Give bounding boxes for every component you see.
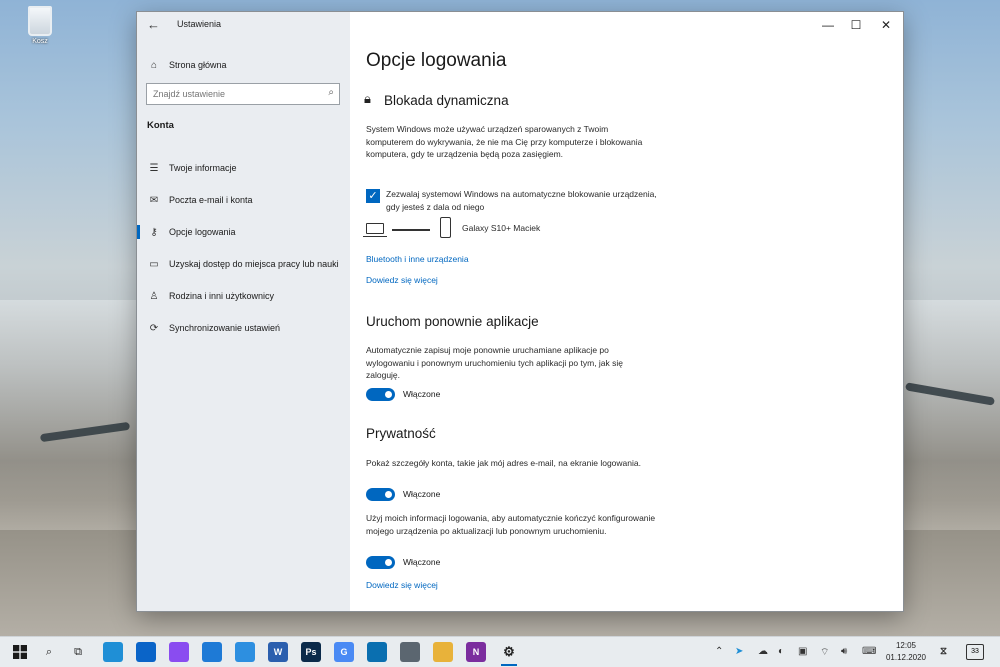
privacy-description-2: Użyj moich informacji logowania, aby aut… [366, 513, 656, 536]
sidebar-item-work-school[interactable]: ▭ Uzyskaj dostęp do miejsca pracy lub na… [137, 248, 350, 280]
notification-count: 33 [971, 648, 979, 655]
restart-apps-toggle[interactable] [366, 387, 395, 401]
onenote-icon[interactable]: N [466, 642, 486, 662]
windows-logo-icon [13, 645, 27, 659]
close-button[interactable]: ✕ [871, 16, 901, 34]
sidebar-item-label: Uzyskaj dostęp do miejsca pracy lub nauk… [169, 259, 339, 269]
maximize-button[interactable]: ☐ [841, 16, 871, 34]
volume-icon[interactable]: 🔊︎ [841, 646, 847, 657]
dynamic-lock-heading: Blokada dynamiczna [384, 93, 509, 108]
restart-apps-toggle-row: Włączone [366, 387, 440, 401]
translate-icon[interactable]: G [334, 642, 354, 662]
mail-icon: ✉ [149, 194, 159, 206]
restart-apps-description: Automatycznie zapisuj moje ponownie uruc… [366, 345, 624, 380]
settings-window: ⌂ Strona główna ⌕ Konta ☰ Twoje informac… [137, 12, 903, 611]
paired-device-row: Galaxy S10+ Maciek [363, 217, 666, 241]
key-icon: ⚷ [150, 226, 158, 238]
bluetooth-devices-link[interactable]: Bluetooth i inne urządzenia [366, 254, 469, 264]
phone-icon [440, 217, 451, 238]
sidebar-item-your-info[interactable]: ☰ Twoje informacje [137, 152, 350, 184]
back-arrow-icon[interactable]: ← [147, 17, 163, 33]
search-taskbar-icon[interactable]: ⌕ [39, 642, 59, 662]
search-icon[interactable]: ⌕ [328, 87, 334, 98]
chevron-up-icon[interactable]: ⌃ [715, 646, 723, 657]
privacy-learn-more-link[interactable]: Dowiedz się więcej [366, 580, 438, 590]
word-icon[interactable]: W [268, 642, 288, 662]
laptop-icon [363, 223, 387, 237]
photos-icon[interactable] [202, 642, 222, 662]
recycle-bin-desktop-icon[interactable]: Kosz [22, 6, 58, 45]
clock-date: 01.12.2020 [885, 653, 927, 662]
minimize-button[interactable]: — [813, 16, 843, 34]
recycle-bin-icon [28, 6, 52, 36]
toggle-state-label: Włączone [403, 489, 441, 499]
privacy-toggle-row-2: Włączone [366, 555, 440, 569]
home-icon: ⌂ [150, 59, 158, 71]
keyboard-icon[interactable]: ⌨ [862, 646, 876, 657]
sidebar-item-email-accounts[interactable]: ✉ Poczta e-mail i konta [137, 184, 350, 216]
connection-line [392, 229, 430, 231]
toggle-state-label: Włączone [403, 557, 441, 567]
dynamic-lock-description: System Windows może używać urządzeń spar… [366, 124, 643, 159]
calculator-icon[interactable] [400, 642, 420, 662]
section-heading: Konta [147, 120, 174, 131]
tray-app-icon[interactable]: ◐ [778, 646, 784, 657]
telegram-icon[interactable]: ➤ [735, 646, 743, 657]
privacy-heading: Prywatność [366, 426, 436, 441]
sidebar: ⌂ Strona główna ⌕ Konta ☰ Twoje informac… [137, 12, 350, 611]
sidebar-item-label: Opcje logowania [169, 227, 236, 237]
task-view-icon[interactable]: ⧉ [68, 642, 88, 662]
use-sign-in-info-toggle[interactable] [366, 555, 395, 569]
home-label: Strona główna [169, 60, 227, 70]
window-title: Ustawienia [177, 19, 222, 29]
recycle-bin-label: Kosz [32, 38, 48, 45]
briefcase-icon: ▭ [149, 258, 159, 270]
sidebar-item-family[interactable]: ♙ Rodzina i inni użytkownicy [137, 280, 350, 312]
sync-icon: ⟳ [149, 322, 159, 334]
privacy-description-1: Pokaż szczegóły konta, takie jak mój adr… [366, 458, 641, 468]
search-input[interactable] [147, 84, 317, 104]
sidebar-item-label: Synchronizowanie ustawień [169, 323, 281, 333]
person-add-icon: ♙ [149, 290, 159, 302]
dynamic-lock-checkbox[interactable]: ✓ [366, 189, 380, 203]
learn-more-link[interactable]: Dowiedz się więcej [366, 275, 438, 285]
sidebar-item-sign-in-options[interactable]: ⚷ Opcje logowania [137, 216, 350, 248]
sidebar-item-sync[interactable]: ⟳ Synchronizowanie ustawień [137, 312, 350, 344]
clock-time: 12:05 [895, 641, 917, 650]
privacy-toggle-row-1: Włączone [366, 487, 440, 501]
dynamic-lock-checkbox-label: Zezwalaj systemowi Windows na automatycz… [386, 189, 657, 212]
toggle-state-label: Włączone [403, 389, 441, 399]
sidebar-item-label: Rodzina i inni użytkownicy [169, 291, 275, 301]
phone-icon[interactable] [235, 642, 255, 662]
taskbar: ⌕ ⧉ W Ps G N ⚙ ⌃ ➤ ☁ ◐ ▣ ⌔ 🔊︎ ⌨ 12:05 01.12.… [0, 636, 1000, 667]
active-app-indicator [501, 664, 517, 666]
title-bar: ← Ustawienia — ☐ ✕ [137, 12, 903, 38]
network-icon[interactable]: ⌔ [820, 646, 829, 659]
trello-icon[interactable] [367, 642, 387, 662]
cloud-icon[interactable]: ☁ [758, 646, 768, 657]
clock[interactable]: 12:05 01.12.2020 [882, 640, 930, 664]
show-account-details-toggle[interactable] [366, 487, 395, 501]
notification-center-icon[interactable]: 33 [966, 644, 984, 660]
sidebar-item-label: Poczta e-mail i konta [169, 195, 253, 205]
sidebar-item-label: Twoje informacje [169, 163, 237, 173]
tray-app-icon-2[interactable]: ▣ [798, 646, 807, 657]
page-title: Opcje logowania [366, 50, 507, 71]
mail-icon[interactable] [136, 642, 156, 662]
messenger-icon[interactable] [169, 642, 189, 662]
folder-icon[interactable] [433, 642, 453, 662]
tray-media-icon[interactable]: ⧖ [940, 646, 947, 657]
edge-icon[interactable] [103, 642, 123, 662]
dynamic-lock-icon: 🔒︎ [364, 91, 371, 106]
paired-device-name: Galaxy S10+ Maciek [462, 223, 541, 233]
content-pane: Opcje logowania 🔒︎ Blokada dynamiczna Sy… [350, 12, 903, 611]
person-card-icon: ☰ [149, 162, 159, 174]
settings-icon[interactable]: ⚙ [499, 642, 519, 666]
search-box[interactable]: ⌕ [146, 83, 340, 105]
nav-list: ☰ Twoje informacje ✉ Poczta e-mail i kon… [137, 152, 350, 344]
home-nav-item[interactable]: ⌂ Strona główna [147, 56, 227, 74]
restart-apps-heading: Uruchom ponownie aplikacje [366, 314, 539, 329]
photoshop-icon[interactable]: Ps [301, 642, 321, 662]
start-button[interactable] [10, 642, 30, 662]
